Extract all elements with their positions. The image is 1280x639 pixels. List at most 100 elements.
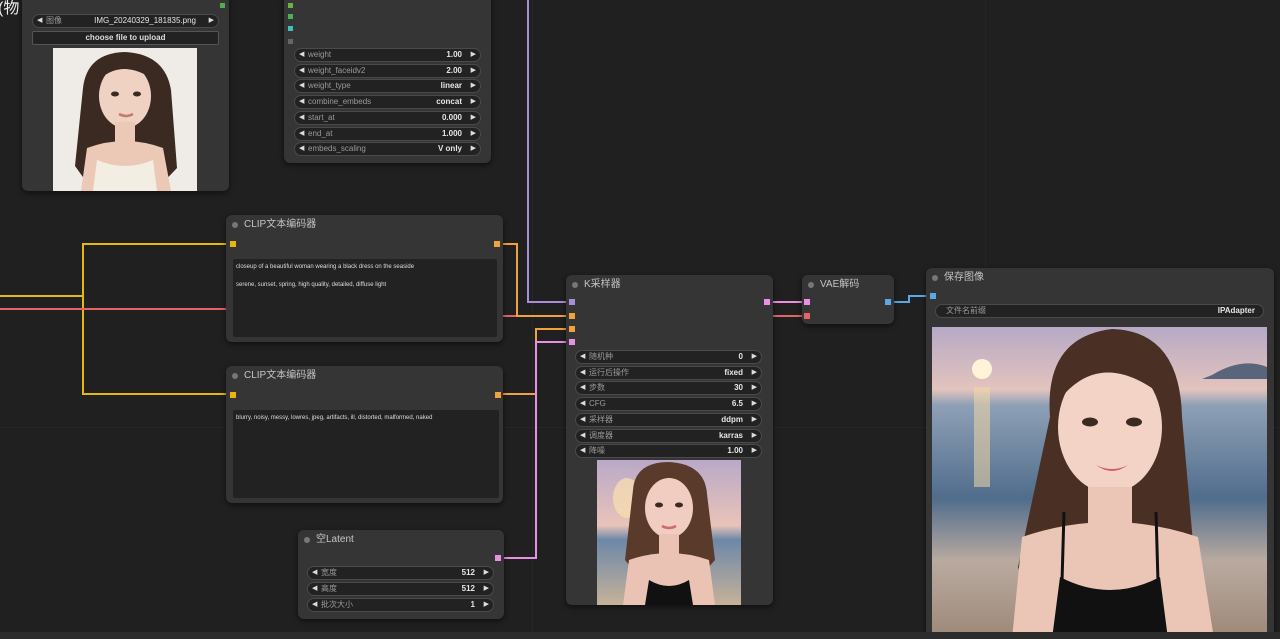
- upload-button[interactable]: choose file to upload: [32, 31, 219, 45]
- arrow-right-icon[interactable]: ▶: [752, 430, 757, 442]
- widget-4[interactable]: ◀ start_at 0.000 ▶: [294, 110, 481, 125]
- widget-5[interactable]: ◀ end_at 1.000 ▶: [294, 126, 481, 141]
- input-image-preview: [53, 48, 197, 191]
- widget-6[interactable]: ◀ 降噪 1.00 ▶: [575, 444, 762, 459]
- bottom-status-strip: [0, 632, 1280, 639]
- arrow-left-icon[interactable]: ◀: [312, 599, 317, 611]
- canvas-grid-line: [532, 0, 533, 639]
- widget-2[interactable]: ◀ weight_type linear ▶: [294, 79, 481, 94]
- widget-0[interactable]: ◀ weight 1.00 ▶: [294, 48, 481, 62]
- arrow-left-icon[interactable]: ◀: [580, 367, 585, 379]
- arrow-left-icon[interactable]: ◀: [580, 398, 585, 410]
- widget-5[interactable]: ◀ 调度器 karras ▶: [575, 428, 762, 443]
- clip-input-slot[interactable]: [230, 241, 236, 247]
- arrow-right-icon[interactable]: ▶: [471, 96, 476, 108]
- samples-input-slot[interactable]: [804, 299, 810, 305]
- negative-input-slot[interactable]: [569, 326, 575, 332]
- widget-1[interactable]: ◀ weight_faceidv2 2.00 ▶: [294, 63, 481, 78]
- arrow-right-icon[interactable]: ▶: [471, 112, 476, 124]
- node-title: CLIP文本编码器: [226, 366, 503, 386]
- arrow-left-icon[interactable]: ◀: [299, 96, 304, 108]
- image-output-slot[interactable]: [220, 3, 225, 8]
- conditioning-output-slot[interactable]: [495, 392, 501, 398]
- widget-0[interactable]: ◀ 宽度 512 ▶: [307, 566, 494, 580]
- arrow-right-icon[interactable]: ▶: [484, 583, 489, 595]
- output-woman-beach-image: [932, 327, 1267, 639]
- portrait-woman-image: [53, 48, 197, 191]
- widget-0[interactable]: ◀ 随机种 0 ▶: [575, 350, 762, 364]
- load-image-node[interactable]: ◀ 图像 IMG_20240329_181835.png ▶ choose fi…: [22, 0, 229, 191]
- clip-input-slot[interactable]: [230, 392, 236, 398]
- arrow-left-icon[interactable]: ◀: [580, 382, 585, 394]
- arrow-right-icon[interactable]: ▶: [471, 143, 476, 155]
- arrow-left-icon[interactable]: ◀: [312, 583, 317, 595]
- prompt-textarea[interactable]: closeup of a beautiful woman wearing a b…: [233, 259, 497, 337]
- clip-text-encode-negative-node[interactable]: CLIP文本编码器 blurry, noisy, messy, lowres, …: [226, 366, 503, 503]
- arrow-right-icon[interactable]: ▶: [752, 351, 757, 363]
- arrow-right-icon[interactable]: ▶: [752, 382, 757, 394]
- latent-input-slot[interactable]: [569, 339, 575, 345]
- arrow-left-icon[interactable]: ◀: [580, 351, 585, 363]
- positive-input-slot[interactable]: [569, 313, 575, 319]
- ipadapter-node[interactable]: ◀ weight 1.00 ▶ ◀ weight_faceidv2 2.00 ▶ ◀ weight…: [284, 0, 491, 163]
- arrow-right-icon[interactable]: ▶: [471, 80, 476, 92]
- latent-output-slot[interactable]: [495, 555, 501, 561]
- save-image-node[interactable]: 保存图像 文件名前缀 IPAdapter: [926, 268, 1274, 639]
- clip-wire: [0, 295, 232, 395]
- arrow-left-icon[interactable]: ◀: [299, 65, 304, 77]
- input-slot[interactable]: [288, 26, 293, 31]
- arrow-right-icon[interactable]: ▶: [752, 445, 757, 457]
- widget-1[interactable]: ◀ 运行后操作 fixed ▶: [575, 365, 762, 380]
- widget-2[interactable]: ◀ 步数 30 ▶: [575, 381, 762, 396]
- empty-latent-node[interactable]: 空Latent ◀ 宽度 512 ▶ ◀ 高度 512 ▶ ◀ 批次大小 1 ▶: [298, 530, 504, 619]
- output-image-preview: [932, 327, 1267, 639]
- arrow-left-icon[interactable]: ◀: [299, 112, 304, 124]
- latent-output-slot[interactable]: [764, 299, 770, 305]
- input-slot[interactable]: [288, 39, 293, 44]
- arrow-left-icon[interactable]: ◀: [37, 15, 42, 27]
- arrow-left-icon[interactable]: ◀: [299, 143, 304, 155]
- arrow-left-icon[interactable]: ◀: [299, 49, 304, 61]
- images-input-slot[interactable]: [930, 293, 936, 299]
- widget-2[interactable]: ◀ 批次大小 1 ▶: [307, 598, 494, 612]
- node-title: 保存图像: [926, 268, 1274, 288]
- arrow-right-icon[interactable]: ▶: [484, 599, 489, 611]
- latent-wire: [497, 341, 572, 559]
- arrow-left-icon[interactable]: ◀: [580, 430, 585, 442]
- arrow-left-icon[interactable]: ◀: [299, 80, 304, 92]
- arrow-right-icon[interactable]: ▶: [752, 398, 757, 410]
- filename-prefix-widget[interactable]: 文件名前缀 IPAdapter: [935, 304, 1264, 318]
- conditioning-wire: [496, 243, 572, 317]
- input-slot[interactable]: [288, 3, 293, 8]
- image-select-widget[interactable]: ◀ 图像 IMG_20240329_181835.png ▶: [32, 14, 219, 28]
- widget-6[interactable]: ◀ embeds_scaling V only ▶: [294, 142, 481, 157]
- widget-3[interactable]: ◀ combine_embeds concat ▶: [294, 95, 481, 110]
- widget-4[interactable]: ◀ 采样器 ddpm ▶: [575, 412, 762, 427]
- preview-woman-beach-image: [597, 460, 741, 605]
- arrow-left-icon[interactable]: ◀: [299, 128, 304, 140]
- clip-wire: [0, 243, 232, 297]
- arrow-left-icon[interactable]: ◀: [580, 445, 585, 457]
- widget-3[interactable]: ◀ CFG 6.5 ▶: [575, 397, 762, 412]
- arrow-right-icon[interactable]: ▶: [209, 15, 214, 27]
- input-slot[interactable]: [288, 14, 293, 19]
- model-input-slot[interactable]: [569, 299, 575, 305]
- arrow-left-icon[interactable]: ◀: [580, 414, 585, 426]
- arrow-right-icon[interactable]: ▶: [484, 567, 489, 579]
- arrow-right-icon[interactable]: ▶: [752, 367, 757, 379]
- node-title: CLIP文本编码器: [226, 215, 503, 235]
- image-output-slot[interactable]: [885, 299, 891, 305]
- conditioning-output-slot[interactable]: [494, 241, 500, 247]
- widget-1[interactable]: ◀ 高度 512 ▶: [307, 582, 494, 596]
- arrow-left-icon[interactable]: ◀: [312, 567, 317, 579]
- vae-input-slot[interactable]: [804, 313, 810, 319]
- arrow-right-icon[interactable]: ▶: [471, 49, 476, 61]
- ksampler-node[interactable]: K采样器 ◀ 随机种 0 ▶ ◀ 运行后操作 fixed ▶ ◀ 步数 30 ▶ ◀ CFG 6.5 ▶ ◀ 采样…: [566, 275, 773, 605]
- arrow-right-icon[interactable]: ▶: [471, 128, 476, 140]
- arrow-right-icon[interactable]: ▶: [471, 65, 476, 77]
- clip-text-encode-positive-node[interactable]: CLIP文本编码器 closeup of a beautiful woman w…: [226, 215, 503, 342]
- arrow-right-icon[interactable]: ▶: [752, 414, 757, 426]
- vae-decode-node[interactable]: VAE解码: [802, 275, 894, 324]
- model-wire: [527, 0, 572, 303]
- prompt-textarea[interactable]: blurry, noisy, messy, lowres, jpeg, arti…: [233, 410, 499, 498]
